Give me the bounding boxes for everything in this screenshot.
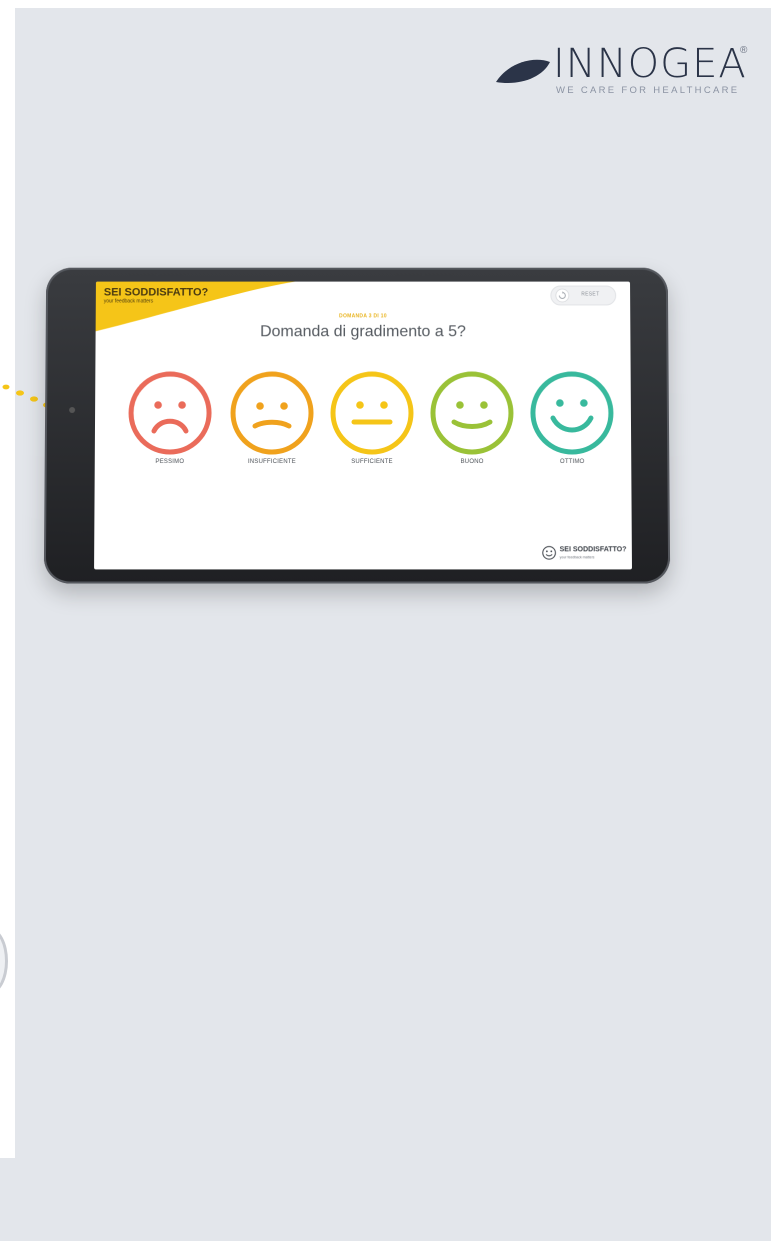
face-label-pessimo: PESSIMO (120, 459, 220, 465)
face-ottimo-icon[interactable] (529, 370, 615, 456)
smiley-logo-icon (542, 545, 557, 560)
innogea-logo: INNOGEA ® WE CARE FOR HEALTHCARE (494, 44, 764, 104)
logo-name: INNOGEA (553, 44, 747, 84)
brand-subtitle: your feedback matters (104, 298, 153, 304)
footer-subtitle: your feedback matters (560, 555, 595, 559)
top-border (0, 0, 771, 8)
face-insufficiente-icon[interactable] (229, 370, 315, 456)
leaf-logo-icon (494, 50, 554, 90)
face-label-ottimo: OTTIMO (522, 459, 622, 465)
logo-tagline: WE CARE FOR HEALTHCARE (556, 85, 739, 96)
face-label-insufficiente: INSUFFICIENTE (222, 459, 322, 465)
reset-label: RESET (581, 292, 599, 298)
question-title: Domanda di gradimento a 5? (96, 323, 631, 341)
tablet-device: SEI SODDISFATTO? your feedback matters R… (44, 268, 670, 584)
face-label-sufficiente: SUFFICIENTE (322, 459, 422, 465)
face-pessimo-icon[interactable] (127, 370, 213, 456)
camera-icon (69, 407, 75, 413)
question-counter: DOMANDA 3 DI 10 (96, 313, 631, 319)
face-label-buono: BUONO (422, 459, 522, 465)
brand-title: SEI SODDISFATTO? (104, 287, 208, 299)
footer-title: SEI SODDISFATTO? (560, 546, 627, 553)
face-buono-icon[interactable] (429, 370, 515, 456)
footer-brand: SEI SODDISFATTO? your feedback matters (542, 544, 632, 564)
tablet-screen: SEI SODDISFATTO? your feedback matters R… (94, 282, 632, 570)
registered-mark: ® (740, 45, 747, 56)
face-sufficiente-icon[interactable] (329, 370, 415, 456)
reset-icon (555, 289, 569, 303)
reset-button[interactable]: RESET (550, 286, 616, 306)
